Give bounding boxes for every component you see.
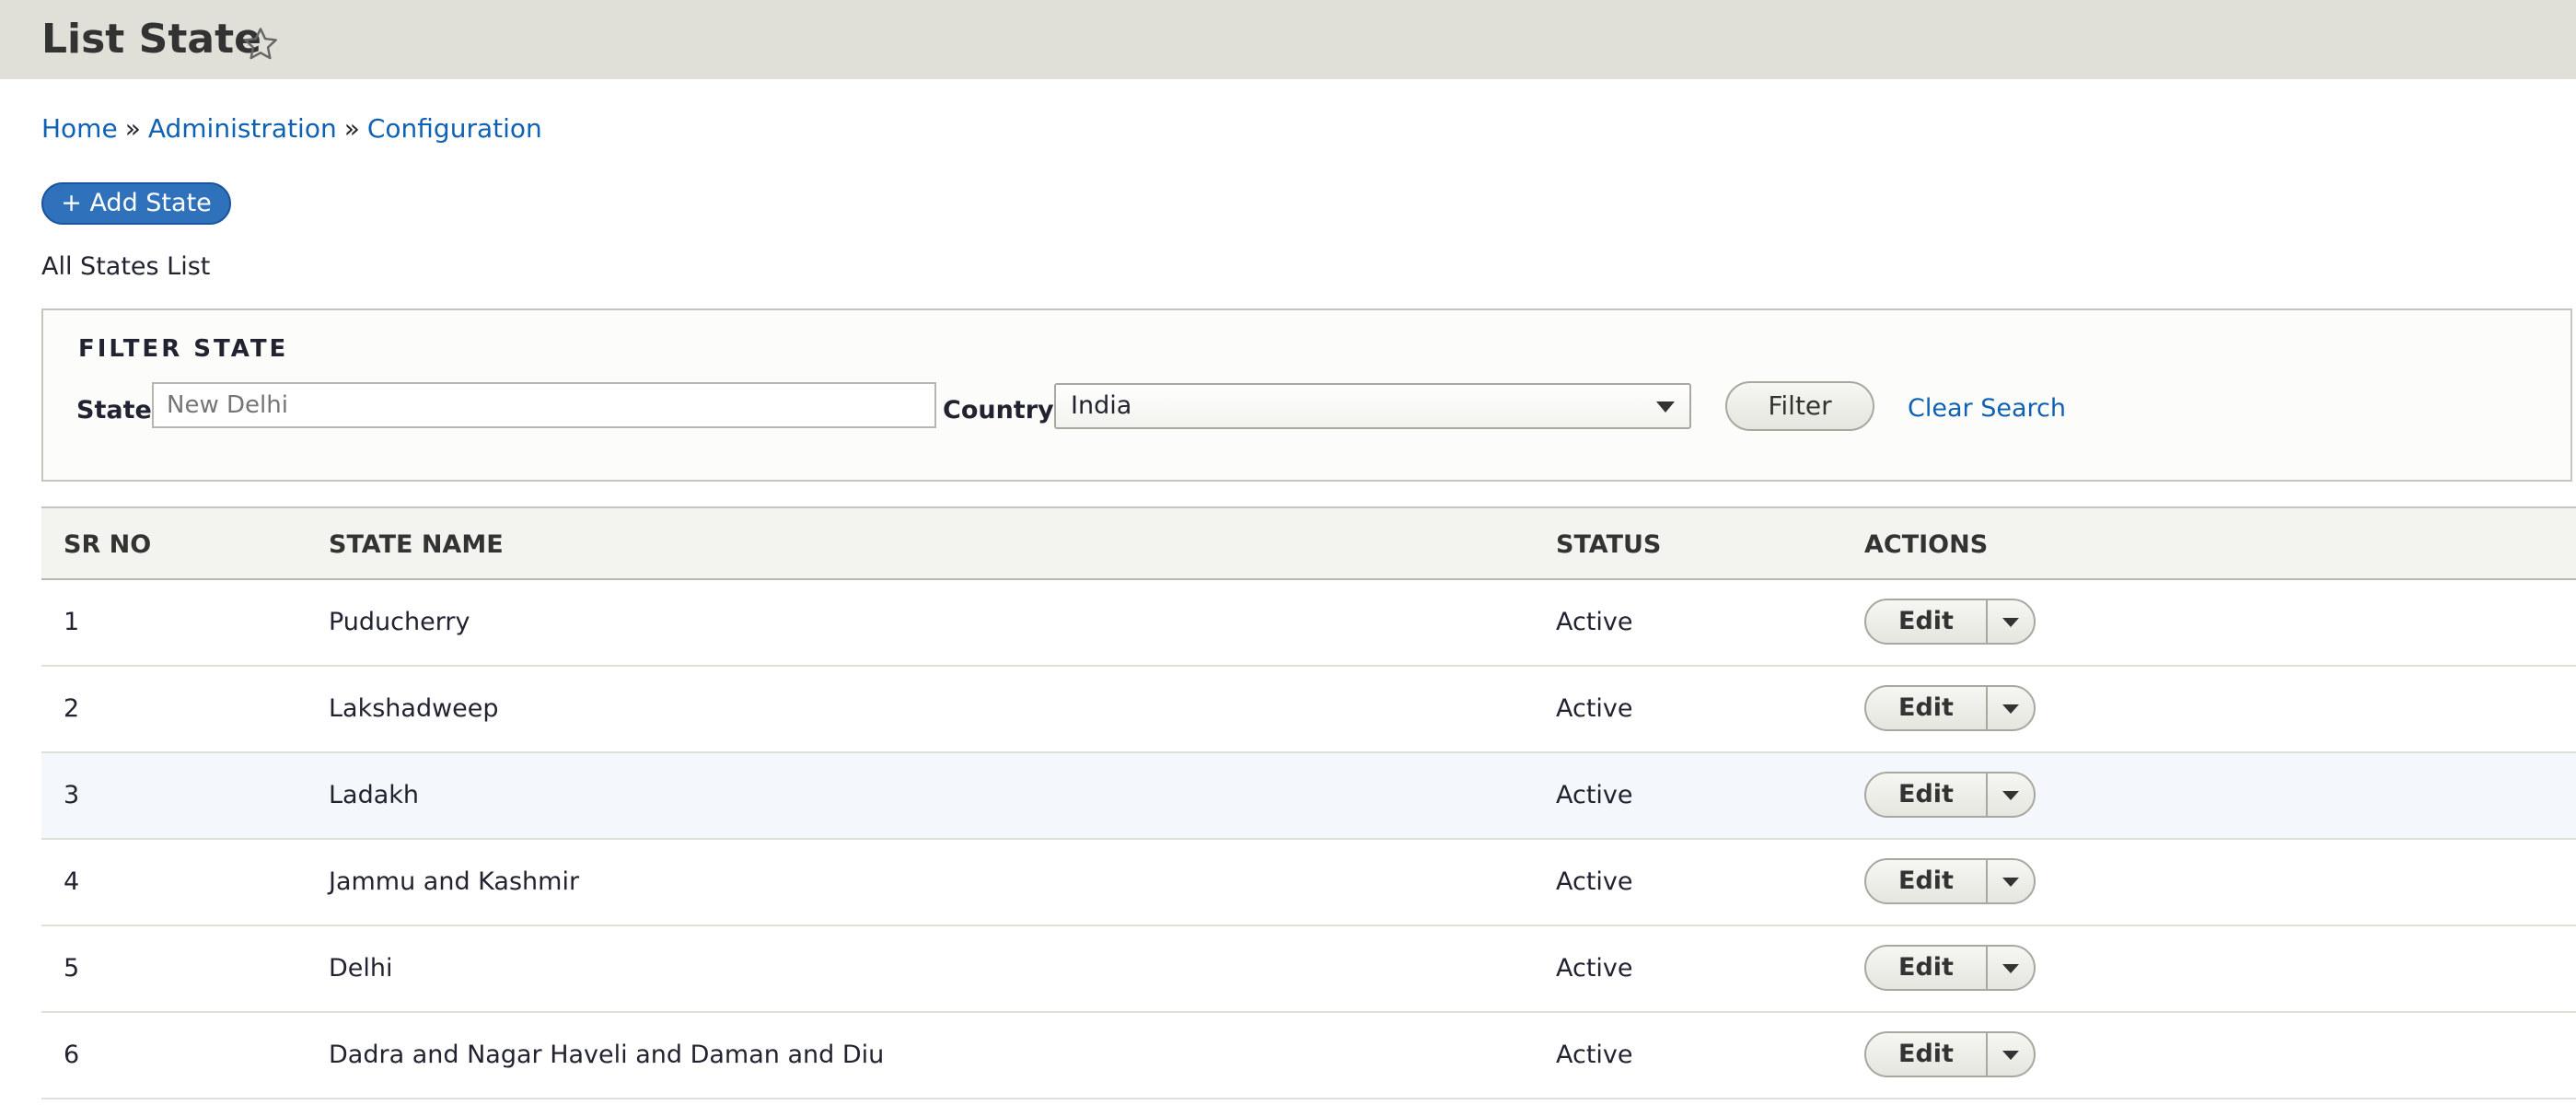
actions-dropbutton: Edit	[1864, 945, 2036, 991]
page-header: List State	[0, 0, 2576, 79]
state-name-cell: Delhi	[329, 954, 393, 983]
breadcrumb-separator: »	[124, 113, 141, 144]
breadcrumb-separator: »	[343, 113, 360, 144]
status-cell: Active	[1556, 781, 1633, 809]
breadcrumb-home-link[interactable]: Home	[41, 113, 118, 144]
chevron-down-icon	[2002, 964, 2019, 973]
chevron-down-icon	[2002, 791, 2019, 800]
more-actions-toggle[interactable]	[1988, 860, 2034, 902]
state-label: State:	[76, 396, 162, 425]
table-row: 5 Delhi Active Edit	[41, 926, 2576, 1013]
state-name-cell: Jammu and Kashmir	[329, 867, 580, 896]
column-header-status: STATUS	[1556, 530, 1662, 559]
edit-button[interactable]: Edit	[1866, 860, 1988, 902]
country-label: Country:	[943, 396, 1064, 425]
star-outline-icon[interactable]	[241, 25, 280, 64]
actions-dropbutton: Edit	[1864, 772, 2036, 818]
state-name-cell: Lakshadweep	[329, 694, 499, 723]
actions-dropbutton: Edit	[1864, 1031, 2036, 1077]
country-select[interactable]: India	[1054, 383, 1691, 429]
edit-button[interactable]: Edit	[1866, 1033, 1988, 1076]
table-row: 2 Lakshadweep Active Edit	[41, 667, 2576, 753]
column-header-sr-no: SR NO	[64, 530, 152, 559]
sr-no-cell: 5	[64, 954, 80, 983]
table-row: 1 Puducherry Active Edit	[41, 580, 2576, 667]
table-header: SR NO STATE NAME STATUS ACTIONS	[41, 506, 2576, 580]
chevron-down-icon	[2002, 618, 2019, 627]
more-actions-toggle[interactable]	[1988, 687, 2034, 729]
state-input[interactable]	[152, 382, 936, 428]
add-state-button[interactable]: + Add State	[41, 182, 231, 225]
sr-no-cell: 4	[64, 867, 80, 896]
states-table: SR NO STATE NAME STATUS ACTIONS 1 Puduch…	[41, 506, 2576, 1099]
breadcrumb: Home» Administration» Configuration	[41, 112, 542, 145]
page-title: List State	[41, 16, 261, 63]
edit-button[interactable]: Edit	[1866, 774, 1988, 816]
table-row: 6 Dadra and Nagar Haveli and Daman and D…	[41, 1013, 2576, 1099]
edit-button[interactable]: Edit	[1866, 947, 1988, 989]
sr-no-cell: 2	[64, 694, 80, 723]
chevron-down-icon	[2002, 1051, 2019, 1060]
actions-dropbutton: Edit	[1864, 599, 2036, 645]
status-cell: Active	[1556, 694, 1633, 723]
filter-legend: FILTER STATE	[78, 335, 289, 363]
country-select-value: India	[1071, 391, 1132, 420]
state-name-cell: Ladakh	[329, 781, 420, 809]
table-row: 3 Ladakh Active Edit	[41, 753, 2576, 840]
status-cell: Active	[1556, 867, 1633, 896]
actions-dropbutton: Edit	[1864, 858, 2036, 904]
chevron-down-icon	[2002, 704, 2019, 714]
edit-button[interactable]: Edit	[1866, 600, 1988, 643]
actions-dropbutton: Edit	[1864, 685, 2036, 731]
sr-no-cell: 6	[64, 1041, 80, 1069]
clear-search-link[interactable]: Clear Search	[1908, 390, 2066, 428]
caret-down-icon	[1656, 401, 1675, 413]
sr-no-cell: 3	[64, 781, 80, 809]
breadcrumb-administration-link[interactable]: Administration	[148, 113, 337, 144]
edit-button[interactable]: Edit	[1866, 687, 1988, 729]
state-name-cell: Dadra and Nagar Haveli and Daman and Diu	[329, 1041, 885, 1069]
more-actions-toggle[interactable]	[1988, 947, 2034, 989]
state-name-cell: Puducherry	[329, 608, 470, 636]
table-row: 4 Jammu and Kashmir Active Edit	[41, 840, 2576, 926]
more-actions-toggle[interactable]	[1988, 600, 2034, 643]
filter-button[interactable]: Filter	[1725, 381, 1874, 431]
more-actions-toggle[interactable]	[1988, 1033, 2034, 1076]
breadcrumb-configuration-link[interactable]: Configuration	[367, 113, 542, 144]
more-actions-toggle[interactable]	[1988, 774, 2034, 816]
status-cell: Active	[1556, 954, 1633, 983]
status-cell: Active	[1556, 608, 1633, 636]
chevron-down-icon	[2002, 878, 2019, 887]
filter-state-fieldset: FILTER STATE State: Country: India Filte…	[41, 308, 2572, 482]
status-cell: Active	[1556, 1041, 1633, 1069]
list-caption: All States List	[41, 252, 211, 281]
sr-no-cell: 1	[64, 608, 80, 636]
column-header-state-name: STATE NAME	[329, 530, 504, 559]
column-header-actions: ACTIONS	[1864, 530, 1989, 559]
